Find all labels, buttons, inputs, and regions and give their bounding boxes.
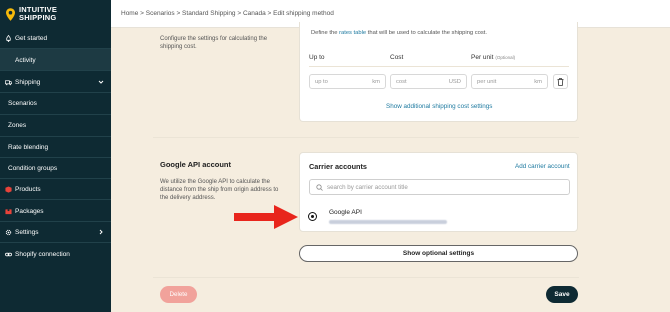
link-icon [5,252,12,256]
column-per-unit: Per unit (Optional) [471,54,516,61]
brand-logo[interactable]: INTUITIVE SHIPPING [0,0,111,26]
save-button[interactable]: Save [546,286,578,303]
show-additional-settings-link[interactable]: Show additional shipping cost settings [386,103,492,110]
carrier-accounts-card: Carrier accounts Add carrier account sea… [299,152,578,232]
trash-icon [557,77,564,86]
sidebar-item-packages[interactable]: Packages [0,200,111,222]
search-icon [316,183,323,191]
google-api-description: We utilize the Google API to calculate t… [160,179,279,201]
sidebar-item-label: Zones [8,121,27,129]
brand-line-2: SHIPPING [19,13,57,22]
breadcrumb-text[interactable]: Home > Scenarios > Standard Shipping > C… [121,10,334,17]
sidebar-item-get-started[interactable]: Get started [0,27,111,49]
blank-icon [5,57,12,64]
sidebar-item-label: Scenarios [8,99,37,107]
sidebar-item-label: Get started [15,34,48,42]
delete-row-button[interactable] [553,74,568,89]
sidebar-item-zones[interactable]: Zones [0,114,111,136]
sidebar-item-label: Products [15,185,41,193]
column-cost: Cost [390,54,404,61]
pointer-arrow-icon [234,205,298,229]
unit-km: km [534,78,542,85]
sidebar-item-products[interactable]: Products [0,178,111,200]
chevron-down-icon [98,80,104,84]
carrier-search-input[interactable]: search by carrier account title [309,179,570,195]
google-api-radio[interactable] [308,212,317,221]
carrier-accounts-title: Carrier accounts [309,162,367,171]
sidebar-item-settings[interactable]: Settings [0,221,111,243]
sidebar-item-label: Packages [15,207,44,215]
shipping-cost-description: Configure the settings for calculating t… [160,36,268,50]
unit-km: km [372,78,380,85]
box-icon [5,185,12,193]
truck-icon [5,79,12,85]
sidebar-item-scenarios[interactable]: Scenarios [0,92,111,114]
sidebar-item-label: Shopify connection [15,250,70,258]
add-carrier-account-link[interactable]: Add carrier account [515,163,570,170]
rates-table-card: Define the rates table that will be used… [299,22,578,122]
sidebar-item-activity[interactable]: Activity [0,49,111,71]
google-api-title: Google API account [160,160,231,169]
sidebar-item-label: Shipping [15,78,41,86]
rates-table-link[interactable]: rates table [339,30,366,36]
sidebar-item-label: Condition groups [8,164,58,172]
per-unit-input[interactable]: per unit km [471,74,548,89]
show-optional-settings-button[interactable]: Show optional settings [299,245,578,262]
sidebar-item-condition-groups[interactable]: Condition groups [0,157,111,179]
sidebar-item-label: Activity [15,56,36,64]
sidebar-item-rate-blending[interactable]: Rate blending [0,136,111,158]
package-icon [5,208,12,214]
unit-usd: USD [448,78,461,85]
sidebar-item-label: Settings [15,228,39,236]
rates-intro: Define the rates table that will be used… [311,30,487,36]
up-to-input[interactable]: up to km [309,74,386,89]
cost-input[interactable]: cost USD [390,74,467,89]
chevron-right-icon [99,229,103,235]
rocket-icon [6,34,11,42]
sidebar: INTUITIVE SHIPPING Get started Activity … [0,0,111,312]
account-id-redacted [329,220,447,224]
sidebar-item-label: Rate blending [8,143,49,151]
sidebar-item-shipping[interactable]: Shipping [0,71,111,93]
column-up-to: Up to [309,54,325,61]
delete-button[interactable]: Delete [160,286,197,303]
gear-icon [5,229,12,235]
google-api-account-name: Google API [329,209,362,216]
sidebar-item-shopify-connection[interactable]: Shopify connection [0,243,111,265]
location-pin-icon [6,7,15,21]
